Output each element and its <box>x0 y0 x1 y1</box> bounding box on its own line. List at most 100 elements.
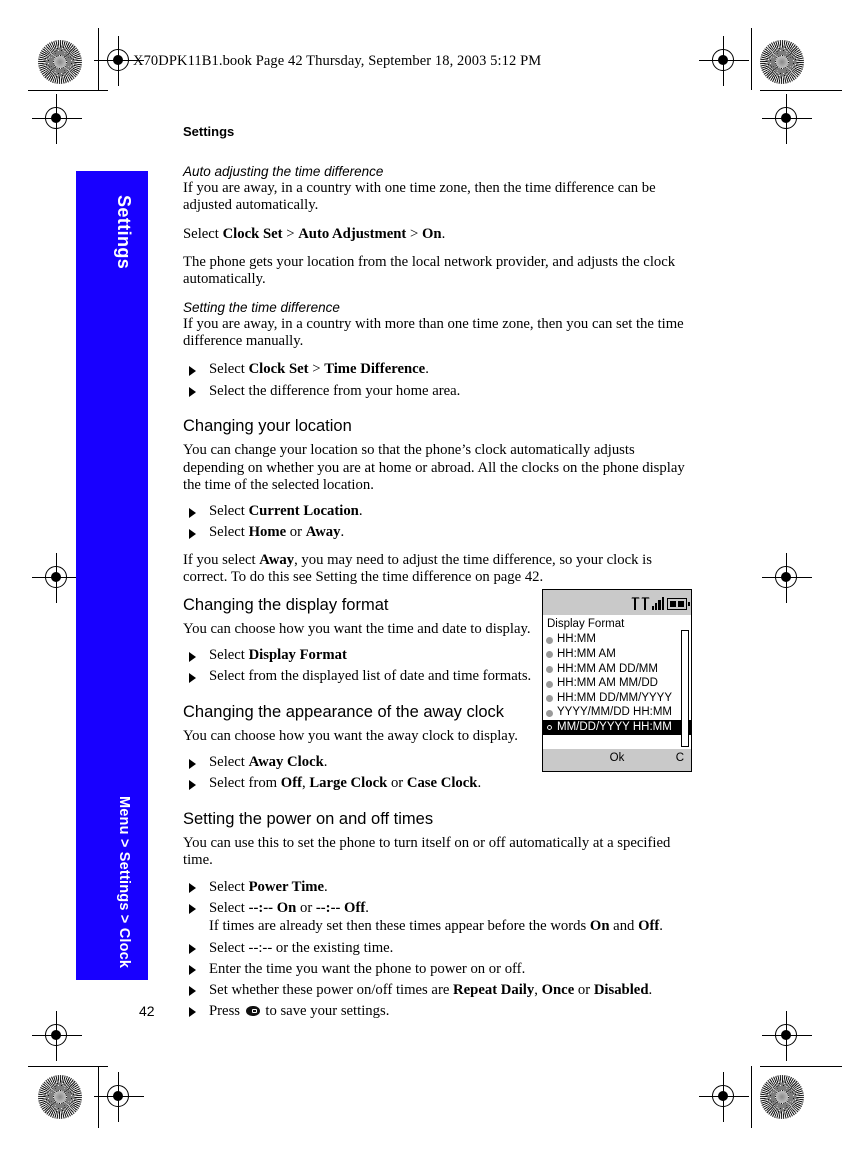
registration-starburst-top-right <box>760 40 804 84</box>
page-content: Settings Auto adjusting the time differe… <box>183 124 695 1031</box>
text-separator-1: > <box>282 225 299 242</box>
text-set-whether-prefix: Set whether these power on/off times are <box>209 981 454 998</box>
triangle-bullet-icon <box>189 672 196 683</box>
registration-target-left-upper <box>32 94 82 144</box>
phone-option-item[interactable]: HH:MM <box>543 632 691 647</box>
page-number: 42 <box>139 1003 155 1019</box>
paragraph-auto-adjust-select: Select Clock Set > Auto Adjustment > On. <box>183 226 695 243</box>
phone-softkey-bar: Ok C <box>543 749 691 771</box>
step-item: Select Power Time. <box>183 879 695 897</box>
text-period: . <box>659 918 663 935</box>
registration-starburst-bottom-left <box>38 1075 82 1119</box>
text-or: or <box>296 899 316 916</box>
step-text: Select the difference from your home are… <box>209 382 461 399</box>
triangle-bullet-icon <box>189 507 196 518</box>
triangle-bullet-icon <box>189 758 196 769</box>
radio-unselected-icon <box>545 709 553 717</box>
triangle-bullet-icon <box>189 528 196 539</box>
text-period: . <box>358 503 363 520</box>
paragraph-auto-adjust-intro: If you are away, in a country with one t… <box>183 180 656 214</box>
text-period: . <box>648 981 653 998</box>
crop-line-top-left-horizontal <box>28 90 108 92</box>
heading-power-on-off-times: Setting the power on and off times <box>183 809 434 828</box>
text-period-1: . <box>441 225 446 242</box>
text-comma: , <box>534 981 542 998</box>
phone-option-item[interactable]: HH:MM AM DD/MM <box>543 662 691 677</box>
side-tab-chapter-label: Settings <box>114 195 134 270</box>
text-period: . <box>365 899 369 916</box>
text-separator: > <box>308 361 325 378</box>
phone-option-label: YYYY/MM/DD HH:MM <box>557 706 672 719</box>
softkey-clear[interactable]: C <box>676 752 684 764</box>
radio-unselected-icon <box>545 651 553 659</box>
text-period: . <box>324 878 328 895</box>
select-key-icon <box>245 1005 260 1016</box>
phone-status-bar <box>543 590 691 615</box>
step-item: Set whether these power on/off times are… <box>183 982 695 1000</box>
page-title: Settings <box>183 124 235 139</box>
softkey-ok[interactable]: Ok <box>543 752 691 764</box>
menu-option-time-on: --:-- On <box>248 899 297 916</box>
text-period: . <box>425 361 429 378</box>
text-select-prefix: Select <box>209 754 249 771</box>
heading-auto-adjusting: Auto adjusting the time difference <box>183 164 384 179</box>
step-text: Enter the time you want the phone to pow… <box>209 960 526 977</box>
phone-option-item[interactable]: HH:MM AM MM/DD <box>543 676 691 691</box>
registration-target-top-right <box>699 36 749 86</box>
crop-line-top-right-horizontal <box>760 90 842 92</box>
step-sub-note: If times are already set then these time… <box>209 918 695 936</box>
text-press-prefix: Press <box>209 1002 244 1019</box>
triangle-bullet-icon <box>189 387 196 398</box>
crop-line-bottom-left-horizontal <box>28 1066 108 1068</box>
text-press-suffix: to save your settings. <box>261 1002 390 1019</box>
phone-screen-body: Display Format HH:MM HH:MM AM HH:MM AM DD/… <box>543 615 691 749</box>
menu-path-display-format: Display Format <box>248 647 347 664</box>
registration-target-right-upper <box>762 94 812 144</box>
menu-option-on: On <box>589 918 610 935</box>
phone-list-title: Display Format <box>547 618 625 630</box>
steps-power-times: Select Power Time. Select --:-- On or --… <box>183 879 695 1021</box>
text-or: or <box>574 981 594 998</box>
paragraph-away-note: If you select Away, you may need to adju… <box>183 552 695 587</box>
battery-icon <box>667 598 690 610</box>
text-select-prefix: Select <box>209 647 249 664</box>
triangle-bullet-icon <box>189 779 196 790</box>
phone-option-item[interactable]: HH:MM DD/MM/YYYY <box>543 691 691 706</box>
menu-option-once: Once <box>541 981 575 998</box>
chapter-side-tab: Settings Menu > Settings > Clock <box>76 171 148 980</box>
menu-option-case-clock: Case Clock <box>406 775 478 792</box>
document-slug: X70DPK11B1.book Page 42 Thursday, Septem… <box>133 53 542 69</box>
menu-path-power-time: Power Time <box>248 878 325 895</box>
step-item: Select the difference from your home are… <box>183 383 695 401</box>
menu-option-disabled: Disabled <box>593 981 649 998</box>
menu-option-off: Off <box>638 918 660 935</box>
menu-path-time-difference: Time Difference <box>324 361 426 378</box>
step-item: Enter the time you want the phone to pow… <box>183 961 695 979</box>
heading-changing-your-location: Changing your location <box>183 417 352 436</box>
phone-scrollbar[interactable] <box>681 630 689 747</box>
menu-path-clock-set: Clock Set <box>248 361 309 378</box>
text-separator-2: > <box>406 225 422 242</box>
triangle-bullet-icon <box>189 986 196 997</box>
step-text: Select --:-- or the existing time. <box>209 939 394 956</box>
phone-option-item[interactable]: YYYY/MM/DD HH:MM <box>543 705 691 720</box>
triangle-bullet-icon <box>189 883 196 894</box>
phone-option-label: HH:MM DD/MM/YYYY <box>557 691 672 704</box>
triangle-bullet-icon <box>189 965 196 976</box>
text-select-prefix: Select <box>209 503 249 520</box>
phone-option-label: HH:MM AM DD/MM <box>557 662 658 675</box>
signal-bars-icon <box>651 597 664 610</box>
registration-starburst-bottom-right <box>760 1075 804 1119</box>
step-item: Select Clock Set > Time Difference. <box>183 361 695 379</box>
phone-option-item[interactable]: HH:MM AM <box>543 647 691 662</box>
menu-option-off: Off <box>280 775 302 792</box>
menu-option-home: Home <box>248 524 287 541</box>
menu-option-away: Away <box>259 552 295 568</box>
menu-option-repeat-daily: Repeat Daily <box>453 981 535 998</box>
registration-target-bottom-right <box>699 1072 749 1122</box>
phone-option-list[interactable]: HH:MM HH:MM AM HH:MM AM DD/MM HH:MM AM MM/D… <box>543 632 691 735</box>
phone-option-item[interactable]: MM/DD/YYYY HH:MM <box>543 719 691 735</box>
heading-setting-time-difference: Setting the time difference <box>183 299 340 315</box>
menu-path-current-location: Current Location <box>248 503 359 520</box>
step-item: Select --:-- On or --:-- Off. If times a… <box>183 900 695 936</box>
